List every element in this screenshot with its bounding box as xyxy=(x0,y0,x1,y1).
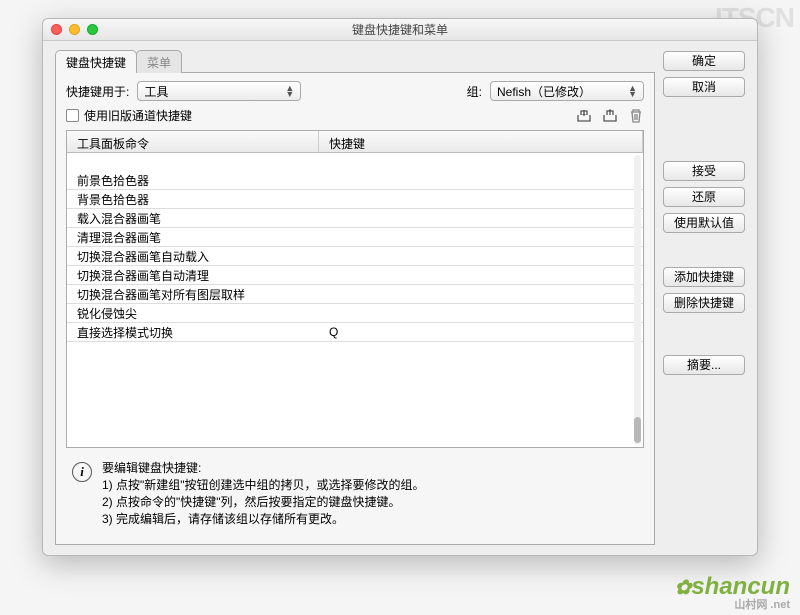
zoom-icon[interactable] xyxy=(87,24,98,35)
shortcuts-for-value: 工具 xyxy=(144,83,168,100)
summary-button[interactable]: 摘要... xyxy=(663,355,745,375)
new-set-icon[interactable] xyxy=(602,109,618,123)
legacy-checkbox-label: 使用旧版通道快捷键 xyxy=(84,107,192,124)
table-row[interactable]: 前景色拾色器 xyxy=(67,171,643,190)
table-row[interactable]: 锐化侵蚀尖 xyxy=(67,304,643,323)
scroll-thumb[interactable] xyxy=(634,417,641,443)
dialog-window: 键盘快捷键和菜单 键盘快捷键 菜单 快捷键用于: 工具 ▲▼ xyxy=(42,18,758,556)
window-title: 键盘快捷键和菜单 xyxy=(43,19,757,41)
chevron-updown-icon: ▲▼ xyxy=(628,85,637,97)
table-row[interactable]: 切换混合器画笔对所有图层取样 xyxy=(67,285,643,304)
help-line-2: 2) 点按命令的"快捷键"列，然后按要指定的键盘快捷键。 xyxy=(102,494,425,511)
cell-command: 载入混合器画笔 xyxy=(67,210,319,227)
help-line-3: 3) 完成编辑后，请存储该组以存储所有更改。 xyxy=(102,511,425,528)
info-icon: i xyxy=(72,462,92,482)
tab-bar: 键盘快捷键 菜单 xyxy=(55,51,655,73)
table-row[interactable]: 清理混合器画笔 xyxy=(67,228,643,247)
cell-shortcut[interactable]: Q xyxy=(319,325,643,339)
add-shortcut-button[interactable]: 添加快捷键 xyxy=(663,267,745,287)
accept-button[interactable]: 接受 xyxy=(663,161,745,181)
set-label: 组: xyxy=(467,83,482,100)
cell-command: 锐化侵蚀尖 xyxy=(67,305,319,322)
cell-command: 前景色拾色器 xyxy=(67,172,319,189)
shortcuts-for-select[interactable]: 工具 ▲▼ xyxy=(137,81,301,101)
table-row[interactable]: 切换混合器画笔自动载入 xyxy=(67,247,643,266)
undo-button[interactable]: 还原 xyxy=(663,187,745,207)
cell-command: 直接选择模式切换 xyxy=(67,324,319,341)
window-controls xyxy=(51,24,98,35)
legacy-checkbox[interactable] xyxy=(66,109,79,122)
cell-command: 切换混合器画笔自动清理 xyxy=(67,267,319,284)
help-line-1: 1) 点按"新建组"按钮创建选中组的拷贝，或选择要修改的组。 xyxy=(102,477,425,494)
set-value: Nefish（已修改） xyxy=(497,83,591,100)
scrollbar[interactable] xyxy=(634,155,641,445)
col-shortcut[interactable]: 快捷键 xyxy=(319,131,643,152)
titlebar: 键盘快捷键和菜单 xyxy=(43,19,757,41)
help-title: 要编辑键盘快捷键: xyxy=(102,460,425,477)
set-select[interactable]: Nefish（已修改） ▲▼ xyxy=(490,81,644,101)
cell-command: 清理混合器画笔 xyxy=(67,229,319,246)
cell-command: 切换混合器画笔自动载入 xyxy=(67,248,319,265)
shortcuts-panel: 快捷键用于: 工具 ▲▼ 组: Nefish（已修改） ▲▼ xyxy=(55,72,655,545)
watermark-bottom: ✿shancun 山村网 .net xyxy=(675,573,790,609)
help-section: i 要编辑键盘快捷键: 1) 点按"新建组"按钮创建选中组的拷贝，或选择要修改的… xyxy=(66,460,644,534)
delete-shortcut-button[interactable]: 删除快捷键 xyxy=(663,293,745,313)
cancel-button[interactable]: 取消 xyxy=(663,77,745,97)
cell-command: 切换混合器画笔对所有图层取样 xyxy=(67,286,319,303)
tab-shortcuts[interactable]: 键盘快捷键 xyxy=(55,50,137,73)
col-command[interactable]: 工具面板命令 xyxy=(67,131,319,152)
defaults-button[interactable]: 使用默认值 xyxy=(663,213,745,233)
chevron-updown-icon: ▲▼ xyxy=(285,85,294,97)
table-row[interactable]: 切换混合器画笔自动清理 xyxy=(67,266,643,285)
ok-button[interactable]: 确定 xyxy=(663,51,745,71)
table-row[interactable]: 载入混合器画笔 xyxy=(67,209,643,228)
cell-command: 背景色拾色器 xyxy=(67,191,319,208)
tab-menus[interactable]: 菜单 xyxy=(136,50,182,73)
save-set-icon[interactable] xyxy=(576,109,592,123)
minimize-icon[interactable] xyxy=(69,24,80,35)
shortcuts-table: 工具面板命令 快捷键 前景色拾色器背景色拾色器载入混合器画笔清理混合器画笔切换混… xyxy=(66,130,644,448)
shortcuts-for-label: 快捷键用于: xyxy=(66,83,129,100)
trash-icon[interactable] xyxy=(628,109,644,123)
close-icon[interactable] xyxy=(51,24,62,35)
table-row[interactable]: 背景色拾色器 xyxy=(67,190,643,209)
table-row[interactable]: 直接选择模式切换Q xyxy=(67,323,643,342)
